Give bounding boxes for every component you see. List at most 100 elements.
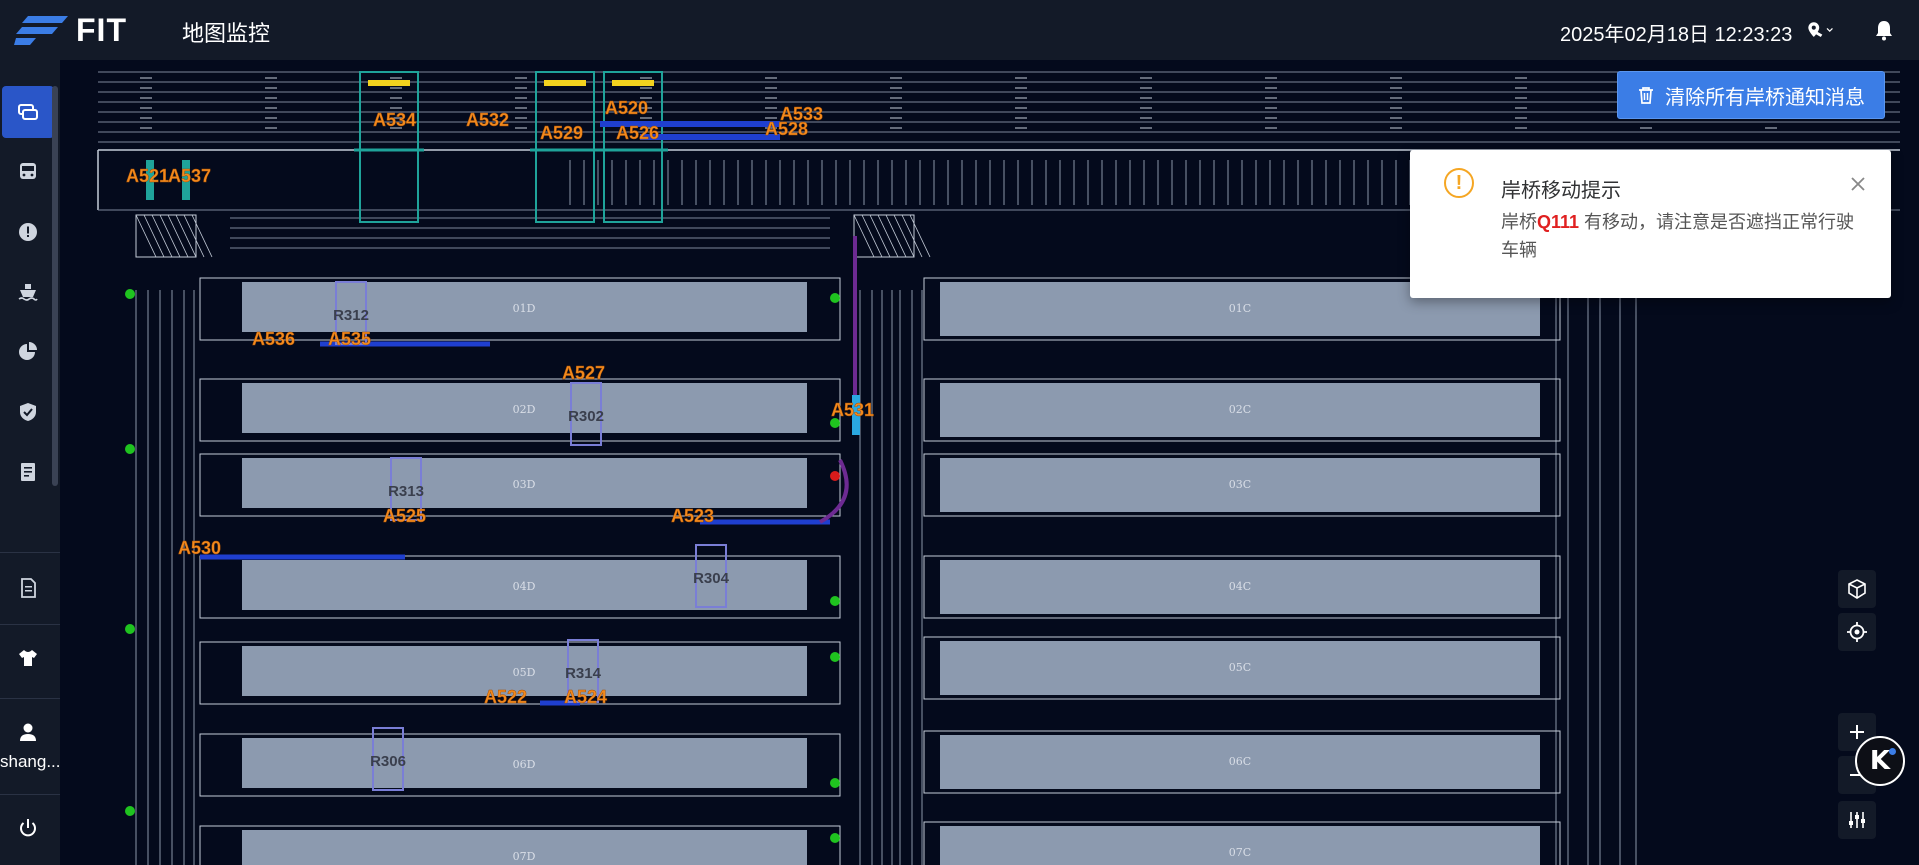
yard-label-07D: 07D <box>513 850 536 863</box>
nav-vehicles[interactable] <box>2 146 54 198</box>
gantry-label-R304: R304 <box>693 570 730 587</box>
notification-title: 岸桥移动提示 <box>1501 180 1621 202</box>
location-pin-icon <box>1808 22 1833 37</box>
top-header: FIT 地图监控 2025年02月18日 12:23:23 <box>0 0 1919 60</box>
status-dot-green <box>125 624 135 634</box>
yard-label-01D: 01D <box>513 302 536 315</box>
document-icon <box>21 578 36 598</box>
vehicle-label-A526[interactable]: A526 <box>616 123 659 143</box>
status-dot-green <box>830 652 840 662</box>
map-layers-button[interactable] <box>1838 570 1876 608</box>
vehicle-label-A535[interactable]: A535 <box>328 329 371 349</box>
assistant-status-dot <box>1889 748 1896 755</box>
sidebar-divider <box>0 698 60 699</box>
hatch-line <box>885 214 907 258</box>
status-dot-green <box>125 289 135 299</box>
power-icon <box>20 819 36 837</box>
nav-statistics[interactable] <box>2 326 54 378</box>
clear-button-label: 清除所有岸桥通知消息 <box>1665 86 1865 109</box>
yard-label-06C: 06C <box>1229 755 1251 768</box>
yard-label-07C: 07C <box>1229 846 1251 859</box>
vehicle-label-A524[interactable]: A524 <box>564 687 607 707</box>
app-logo[interactable]: FIT <box>14 10 134 50</box>
status-dot-green <box>830 778 840 788</box>
vehicle-label-A537[interactable]: A537 <box>168 166 211 186</box>
yard-label-06D: 06D <box>513 758 536 771</box>
nav-reports[interactable] <box>2 446 54 498</box>
hatch-line <box>901 214 923 258</box>
quay-crane-spreader <box>368 80 410 86</box>
vehicle-label-A527[interactable]: A527 <box>562 363 605 383</box>
alert-circle-icon <box>19 223 37 241</box>
sidebar-scrollbar[interactable] <box>52 86 58 486</box>
hatch-line <box>869 214 891 258</box>
user-profile[interactable] <box>2 706 54 758</box>
location-selector[interactable] <box>1806 16 1834 44</box>
assistant-badge[interactable]: K <box>1855 736 1905 786</box>
hatch-line <box>143 214 165 258</box>
yard-label-04D: 04D <box>513 580 536 593</box>
hatch-line <box>135 214 157 258</box>
vehicle-label-A523[interactable]: A523 <box>671 506 714 526</box>
yard-label-03D: 03D <box>513 478 536 491</box>
status-dot-green <box>830 833 840 843</box>
hatch-line <box>183 214 205 258</box>
nav-ships[interactable] <box>2 266 54 318</box>
gantry-label-R314: R314 <box>565 665 602 682</box>
vehicle-label-A531[interactable]: A531 <box>831 400 874 420</box>
nav-map-monitor[interactable] <box>2 86 54 138</box>
vehicle-label-A536[interactable]: A536 <box>252 329 295 349</box>
yard-label-03C: 03C <box>1229 478 1251 491</box>
user-icon <box>20 723 36 741</box>
vehicle-label-A521[interactable]: A521 <box>126 166 169 186</box>
vehicle-label-A532[interactable]: A532 <box>466 110 509 130</box>
vehicle-label-A528[interactable]: A528 <box>765 119 808 139</box>
vehicle-label-A530[interactable]: A530 <box>178 538 221 558</box>
vehicle-label-A522[interactable]: A522 <box>484 687 527 707</box>
hatch-line <box>175 214 197 258</box>
hatch-line <box>861 214 883 258</box>
notification-close-button[interactable] <box>1846 172 1870 196</box>
gantry-label-R312: R312 <box>333 307 369 324</box>
vehicle-label-A520[interactable]: A520 <box>605 98 648 118</box>
vehicle-label-A525[interactable]: A525 <box>383 506 426 526</box>
logout-button[interactable] <box>2 802 54 854</box>
ship-icon <box>18 284 38 301</box>
warning-icon: ! <box>1444 168 1474 198</box>
quay-crane-frame <box>359 71 419 223</box>
hatch-line <box>167 214 189 258</box>
notifications-bell[interactable] <box>1870 16 1898 44</box>
status-dot-red <box>830 471 840 481</box>
logo-mark-icon <box>14 16 68 45</box>
assistant-k-icon: K <box>1869 746 1891 776</box>
status-dot-green <box>830 293 840 303</box>
yard-label-04C: 04C <box>1229 580 1251 593</box>
close-icon <box>1851 177 1865 191</box>
yard-label-05D: 05D <box>513 666 536 679</box>
notification-body: 岸桥Q111 有移动，请注意是否遮挡正常行驶车辆 <box>1501 208 1871 264</box>
vehicle-label-A529[interactable]: A529 <box>540 123 583 143</box>
clear-crane-notifications-button[interactable]: 清除所有岸桥通知消息 <box>1617 71 1885 119</box>
bus-icon <box>20 163 36 179</box>
hatch-line <box>191 214 213 258</box>
hatch-line <box>877 214 899 258</box>
nav-alarms[interactable] <box>2 206 54 258</box>
nav-security[interactable] <box>2 386 54 438</box>
sidebar-divider <box>0 552 60 553</box>
map-filter-button[interactable] <box>1838 801 1876 839</box>
shield-icon <box>20 403 36 421</box>
quay-crane-frame <box>603 71 663 223</box>
yard-label-01C: 01C <box>1229 302 1251 315</box>
yard-label-02D: 02D <box>513 403 536 416</box>
quay-crane-spreader <box>612 80 654 86</box>
nav-theme[interactable] <box>2 632 54 684</box>
nav-documents[interactable] <box>2 562 54 614</box>
hatch-line <box>909 214 931 258</box>
truck-stack-icon <box>18 104 38 120</box>
status-dot-green <box>125 806 135 816</box>
crane-move-notification: ! 岸桥移动提示 岸桥Q111 有移动，请注意是否遮挡正常行驶车辆 <box>1410 150 1891 298</box>
sidebar-divider <box>0 794 60 795</box>
vehicle-label-A534[interactable]: A534 <box>373 110 416 130</box>
quay-crane-spreader <box>544 80 586 86</box>
map-locate-button[interactable] <box>1838 613 1876 651</box>
